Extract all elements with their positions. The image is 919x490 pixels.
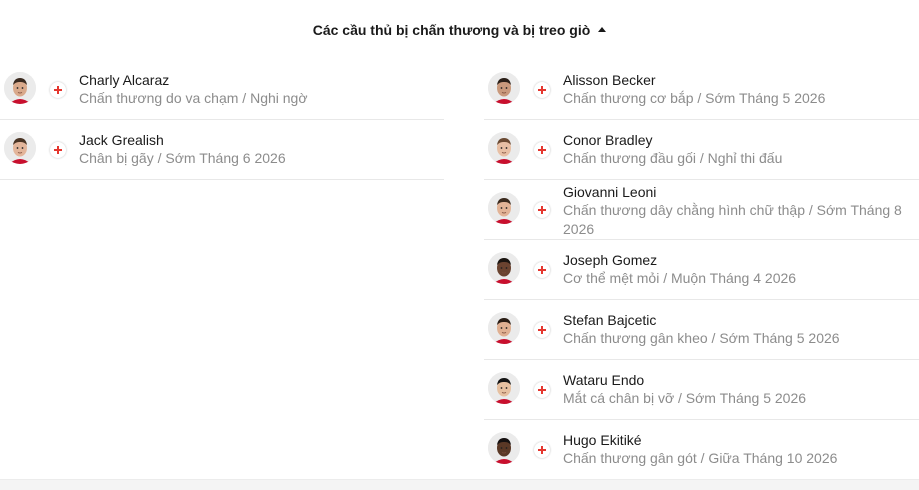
player-info: Charly Alcaraz Chấn thương do va chạm / N… xyxy=(79,72,444,108)
injury-cross-icon xyxy=(534,202,550,218)
right-player-list: Alisson Becker Chấn thương cơ bắp / Sớm T… xyxy=(484,60,919,480)
player-injury-status: Chấn thương do va chạm / Nghi ngờ xyxy=(79,90,308,106)
player-injury-status: Chấn thương đầu gối / Nghỉ thi đấu xyxy=(563,150,783,166)
player-row[interactable]: Giovanni Leoni Chấn thương dây chằng hình… xyxy=(484,180,919,240)
player-avatar xyxy=(488,432,520,464)
player-name[interactable]: Joseph Gomez xyxy=(563,252,919,269)
player-name[interactable]: Hugo Ekitiké xyxy=(563,432,919,449)
player-info: Giovanni Leoni Chấn thương dây chằng hình… xyxy=(563,184,919,239)
section-title: Các cầu thủ bị chấn thương và bị treo gi… xyxy=(312,22,591,38)
player-avatar xyxy=(488,132,520,164)
red-cross-icon xyxy=(538,206,546,214)
player-avatar xyxy=(488,312,520,344)
player-row[interactable]: Alisson Becker Chấn thương cơ bắp / Sớm T… xyxy=(484,60,919,120)
injury-cross-icon xyxy=(50,142,66,158)
player-avatar xyxy=(488,72,520,104)
bottom-divider xyxy=(0,479,919,490)
caret-up-icon[interactable] xyxy=(598,26,607,32)
red-cross-icon xyxy=(538,266,546,274)
red-cross-icon xyxy=(538,146,546,154)
player-info: Conor Bradley Chấn thương đầu gối / Nghỉ … xyxy=(563,132,919,168)
player-row[interactable]: Stefan Bajcetic Chấn thương gân kheo / Sớ… xyxy=(484,300,919,360)
red-cross-icon xyxy=(538,326,546,334)
player-injury-status: Chấn thương gân kheo / Sớm Tháng 5 2026 xyxy=(563,330,840,346)
player-row[interactable]: Hugo Ekitiké Chấn thương gân gót / Giữa T… xyxy=(484,420,919,480)
player-name[interactable]: Jack Grealish xyxy=(79,132,444,149)
player-name[interactable]: Alisson Becker xyxy=(563,72,919,89)
player-avatar xyxy=(488,372,520,404)
player-name[interactable]: Stefan Bajcetic xyxy=(563,312,919,329)
player-avatar xyxy=(488,192,520,224)
injury-cross-icon xyxy=(534,262,550,278)
player-name[interactable]: Giovanni Leoni xyxy=(563,184,919,201)
injury-cross-icon xyxy=(534,322,550,338)
player-name[interactable]: Charly Alcaraz xyxy=(79,72,444,89)
player-injury-status: Chân bị gãy / Sớm Tháng 6 2026 xyxy=(79,150,286,166)
injury-cross-icon xyxy=(534,442,550,458)
player-row[interactable]: Conor Bradley Chấn thương đầu gối / Nghỉ … xyxy=(484,120,919,180)
player-info: Joseph Gomez Cơ thể mệt mỏi / Muộn Tháng … xyxy=(563,252,919,288)
player-info: Wataru Endo Mắt cá chân bị vỡ / Sớm Tháng… xyxy=(563,372,919,408)
player-injury-status: Cơ thể mệt mỏi / Muộn Tháng 4 2026 xyxy=(563,270,797,286)
injuries-section-header[interactable]: Các cầu thủ bị chấn thương và bị treo gi… xyxy=(0,0,919,60)
left-player-list: Charly Alcaraz Chấn thương do va chạm / N… xyxy=(0,60,444,180)
player-avatar xyxy=(4,72,36,104)
red-cross-icon xyxy=(538,446,546,454)
player-row[interactable]: Charly Alcaraz Chấn thương do va chạm / N… xyxy=(0,60,444,120)
injury-cross-icon xyxy=(50,82,66,98)
player-info: Alisson Becker Chấn thương cơ bắp / Sớm T… xyxy=(563,72,919,108)
player-injury-status: Chấn thương gân gót / Giữa Tháng 10 2026 xyxy=(563,450,838,466)
red-cross-icon xyxy=(538,386,546,394)
player-row[interactable]: Joseph Gomez Cơ thể mệt mỏi / Muộn Tháng … xyxy=(484,240,919,300)
player-injury-status: Chấn thương dây chằng hình chữ thập / Sớ… xyxy=(563,202,902,237)
player-avatar xyxy=(488,252,520,284)
player-injury-status: Mắt cá chân bị vỡ / Sớm Tháng 5 2026 xyxy=(563,390,807,406)
player-name[interactable]: Wataru Endo xyxy=(563,372,919,389)
injury-cross-icon xyxy=(534,382,550,398)
red-cross-icon xyxy=(54,146,62,154)
player-row[interactable]: Wataru Endo Mắt cá chân bị vỡ / Sớm Tháng… xyxy=(484,360,919,420)
player-info: Hugo Ekitiké Chấn thương gân gót / Giữa T… xyxy=(563,432,919,468)
player-info: Stefan Bajcetic Chấn thương gân kheo / Sớ… xyxy=(563,312,919,348)
injury-cross-icon xyxy=(534,142,550,158)
player-avatar xyxy=(4,132,36,164)
red-cross-icon xyxy=(538,86,546,94)
player-info: Jack Grealish Chân bị gãy / Sớm Tháng 6 2… xyxy=(79,132,444,168)
player-row[interactable]: Jack Grealish Chân bị gãy / Sớm Tháng 6 2… xyxy=(0,120,444,180)
injury-cross-icon xyxy=(534,82,550,98)
player-name[interactable]: Conor Bradley xyxy=(563,132,919,149)
red-cross-icon xyxy=(54,86,62,94)
player-injury-status: Chấn thương cơ bắp / Sớm Tháng 5 2026 xyxy=(563,90,826,106)
